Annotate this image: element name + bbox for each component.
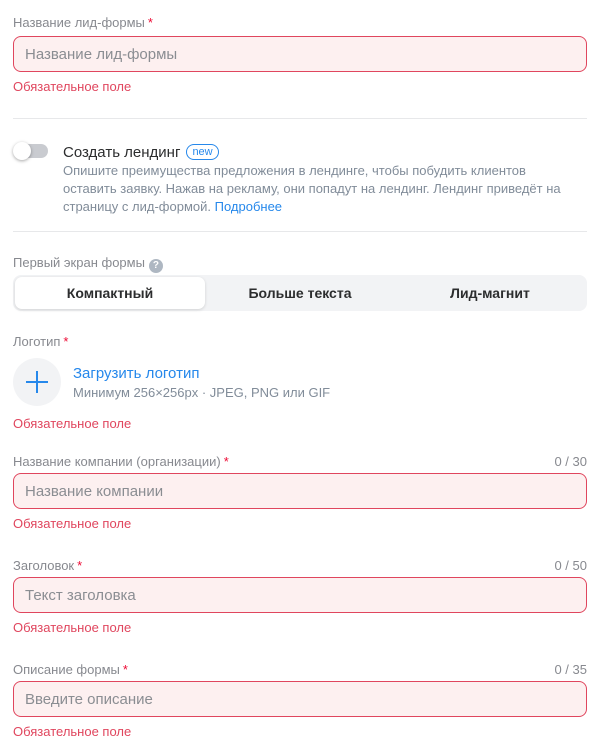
- landing-toggle[interactable]: [13, 142, 48, 160]
- landing-description: Опишите преимущества предложения в ленди…: [63, 163, 561, 214]
- divider: [13, 231, 587, 232]
- logo-error: Обязательное поле: [13, 416, 132, 431]
- new-badge: new: [186, 144, 219, 160]
- required-mark: *: [147, 15, 153, 30]
- help-icon[interactable]: ?: [148, 259, 163, 273]
- upload-logo-button[interactable]: [13, 358, 61, 406]
- company-name-input[interactable]: [13, 473, 587, 509]
- description-error: Обязательное поле: [13, 724, 132, 739]
- required-mark: *: [122, 662, 128, 677]
- headline-input[interactable]: [13, 577, 587, 613]
- required-mark: *: [63, 334, 69, 349]
- company-label: Название компании (организации) *: [13, 454, 229, 469]
- headline-error: Обязательное поле: [13, 620, 132, 635]
- first-screen-segmented-control: Компактный Больше текста Лид-магнит: [13, 275, 587, 311]
- form-name-label: Название лид-формы *: [13, 15, 153, 30]
- description-char-counter: 0 / 35: [554, 662, 587, 677]
- segment-lead-magnet[interactable]: Лид-магнит: [395, 277, 585, 309]
- form-name-input[interactable]: [13, 36, 587, 72]
- toggle-knob: [13, 142, 31, 160]
- required-mark: *: [223, 454, 229, 469]
- required-mark: *: [77, 558, 83, 573]
- logo-label: Логотип *: [13, 334, 69, 349]
- upload-logo-hint: Минимум 256×256px · JPEG, PNG или GIF: [73, 385, 331, 400]
- landing-title: Создать лендинг new: [63, 144, 219, 161]
- company-error: Обязательное поле: [13, 516, 132, 531]
- company-char-counter: 0 / 30: [554, 454, 587, 469]
- segment-compact[interactable]: Компактный: [15, 277, 205, 309]
- divider: [13, 118, 587, 119]
- segment-more-text[interactable]: Больше текста: [205, 277, 395, 309]
- description-input[interactable]: [13, 681, 587, 717]
- learn-more-link[interactable]: Подробнее: [215, 199, 282, 214]
- upload-logo-link[interactable]: Загрузить логотип: [73, 365, 199, 382]
- description-label: Описание формы *: [13, 662, 128, 677]
- headline-char-counter: 0 / 50: [554, 558, 587, 573]
- first-screen-label: Первый экран формы?: [13, 255, 163, 273]
- form-name-error: Обязательное поле: [13, 79, 132, 94]
- headline-label: Заголовок *: [13, 558, 83, 573]
